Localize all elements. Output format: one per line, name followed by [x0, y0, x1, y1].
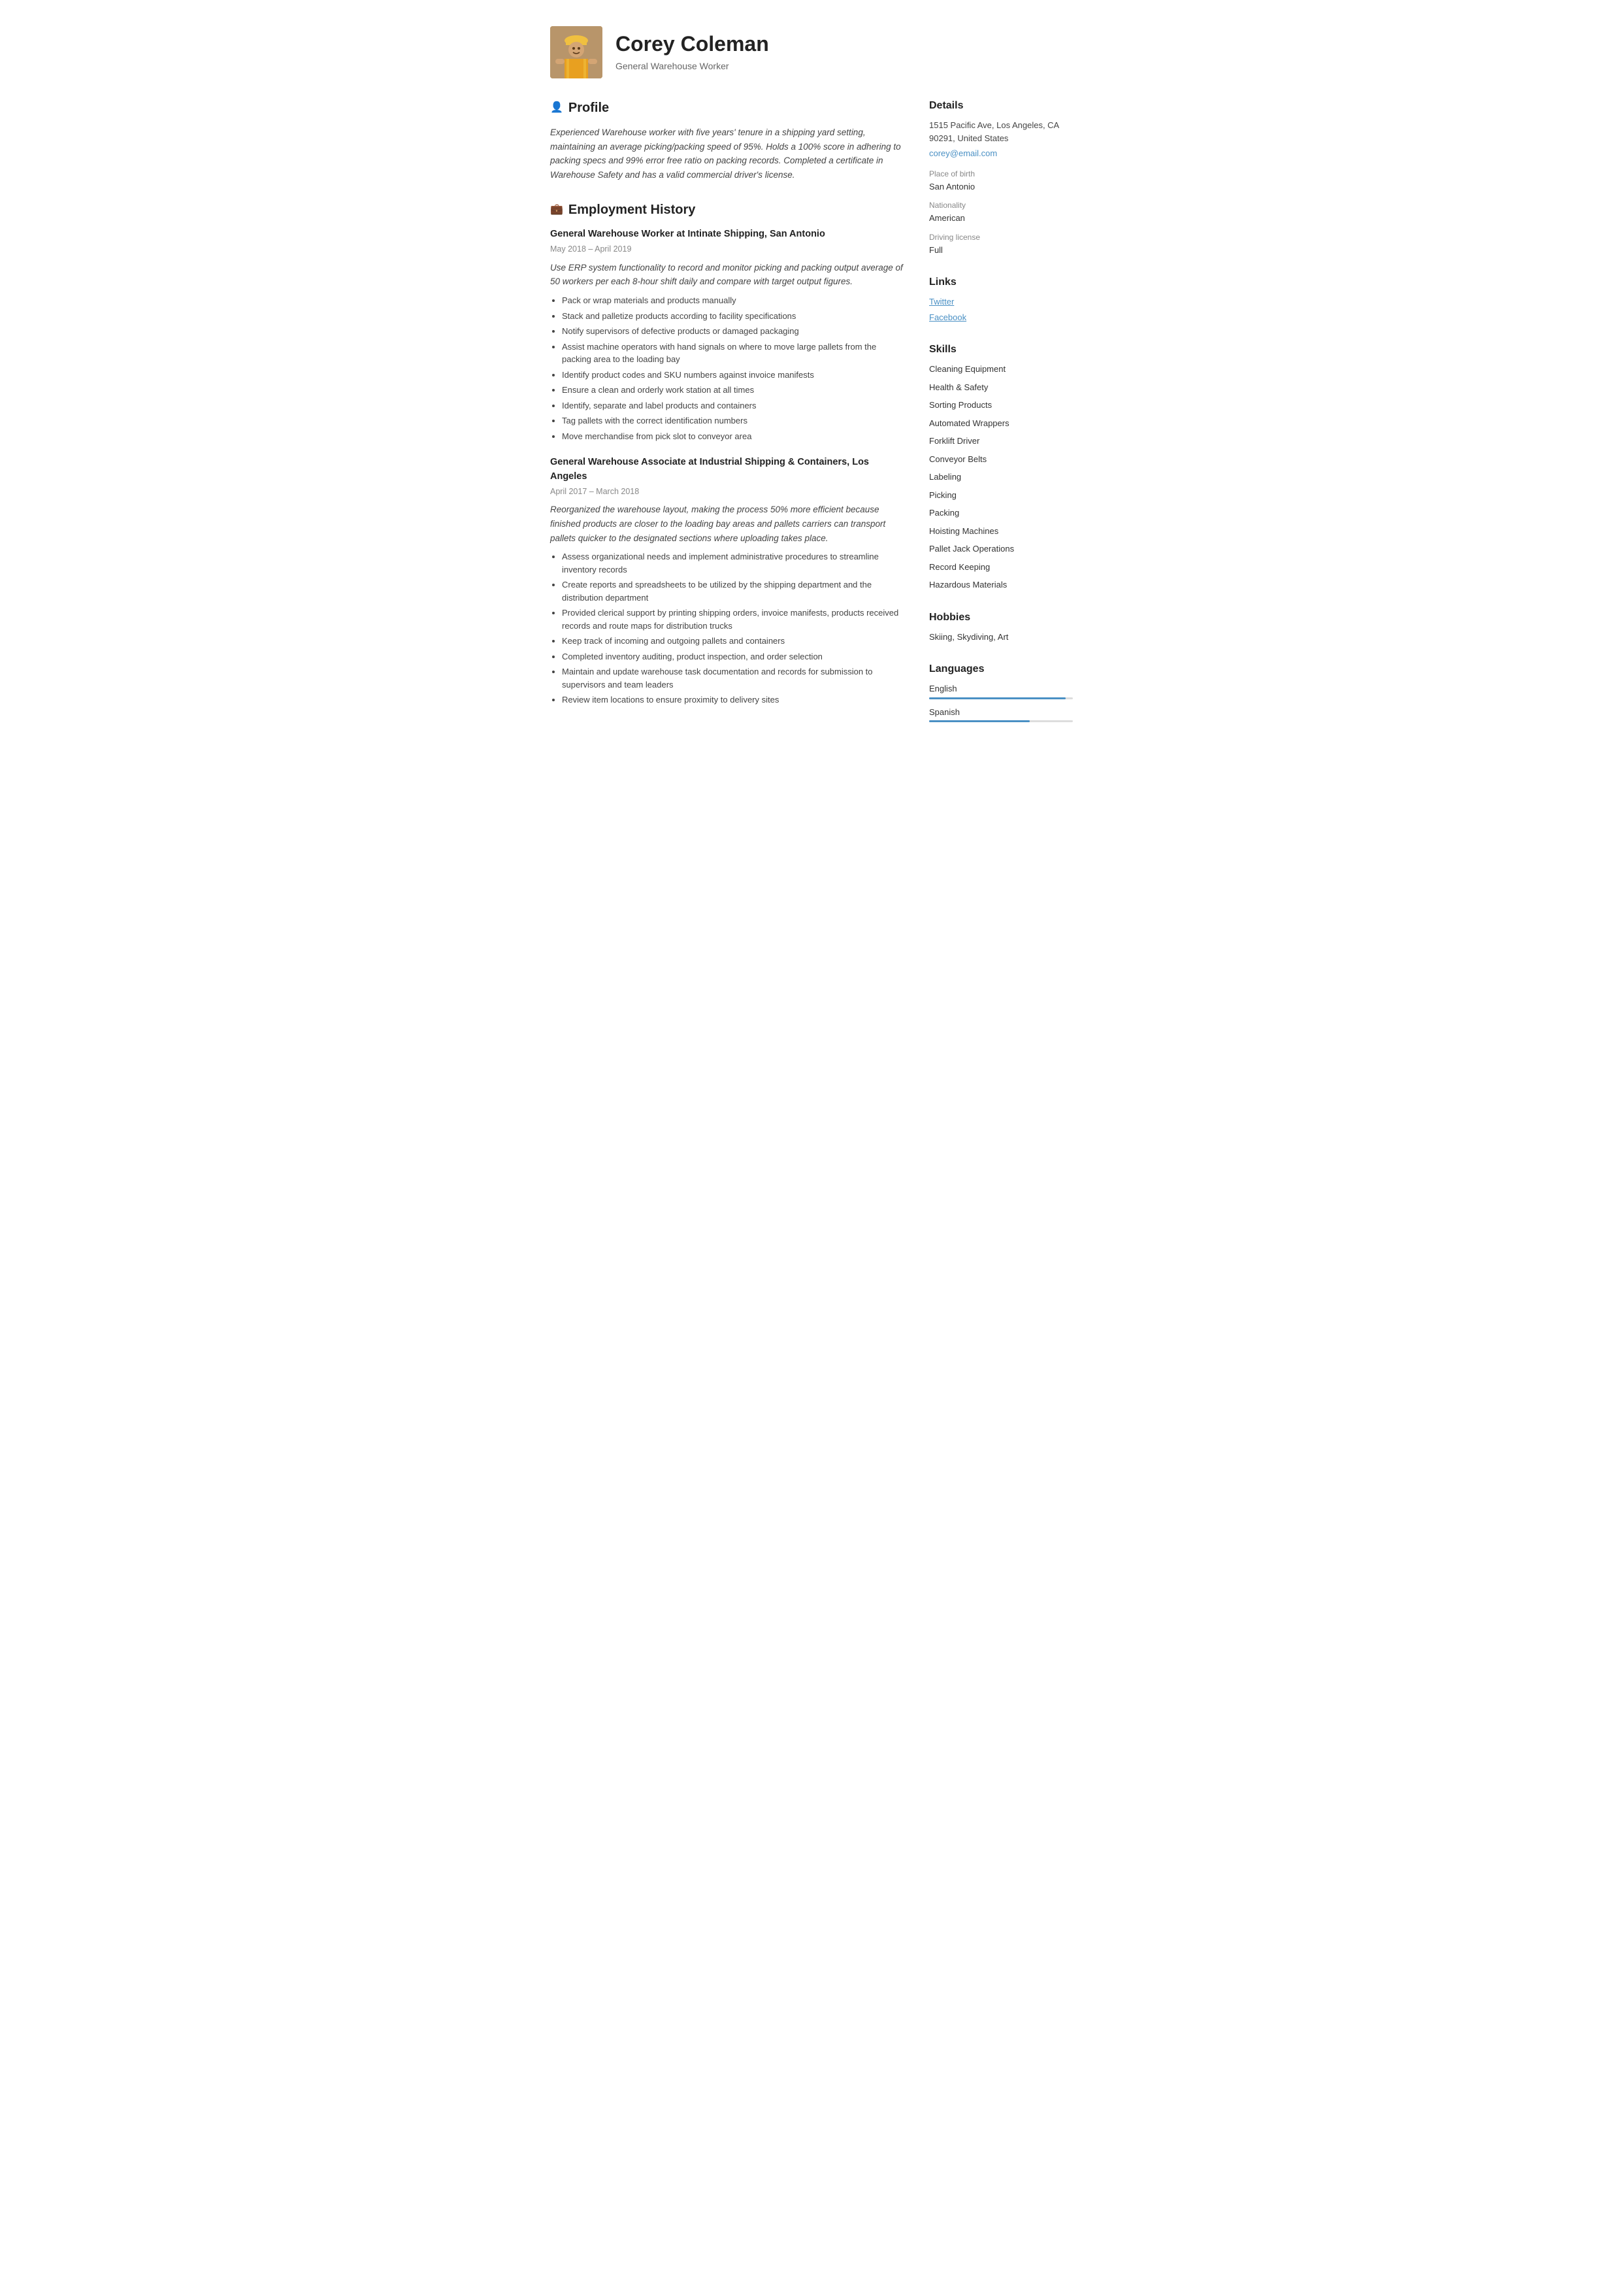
bullet-item: Pack or wrap materials and products manu… — [562, 294, 903, 307]
profile-icon — [550, 100, 563, 116]
bullet-item: Assist machine operators with hand signa… — [562, 341, 903, 366]
place-of-birth-value: San Antonio — [929, 180, 1073, 193]
bullet-item: Review item locations to ensure proximit… — [562, 693, 903, 707]
bullet-item: Completed inventory auditing, product in… — [562, 650, 903, 663]
header-text: Corey Coleman General Warehouse Worker — [615, 31, 769, 73]
resume-header: Corey Coleman General Warehouse Worker — [550, 26, 1073, 78]
skill-item: Forklift Driver — [929, 435, 1073, 448]
bullet-item: Identify, separate and label products an… — [562, 399, 903, 412]
skills-section: Skills Cleaning Equipment Health & Safety… — [929, 342, 1073, 591]
right-column: Details 1515 Pacific Ave, Los Angeles, C… — [929, 98, 1073, 740]
bullet-item: Stack and palletize products according t… — [562, 310, 903, 323]
bullet-item: Assess organizational needs and implemen… — [562, 550, 903, 576]
languages-title: Languages — [929, 661, 1073, 677]
bullet-item: Create reports and spreadsheets to be ut… — [562, 578, 903, 604]
skills-list: Cleaning Equipment Health & Safety Sorting… — [929, 363, 1073, 591]
resume-page: Corey Coleman General Warehouse Worker P… — [517, 0, 1106, 767]
left-column: Profile Experienced Warehouse worker wit… — [550, 98, 903, 740]
nationality-label: Nationality — [929, 199, 1073, 211]
language-bar-background — [929, 697, 1073, 699]
skill-item: Sorting Products — [929, 399, 1073, 412]
links-section: Links Twitter Facebook — [929, 275, 1073, 324]
skill-item: Packing — [929, 507, 1073, 520]
employment-section: Employment History General Warehouse Wor… — [550, 200, 903, 706]
job-1-description: Use ERP system functionality to record a… — [550, 261, 903, 289]
hobbies-title: Hobbies — [929, 610, 1073, 625]
skill-item: Record Keeping — [929, 561, 1073, 574]
details-email[interactable]: corey@email.com — [929, 147, 1073, 160]
language-name: English — [929, 682, 1073, 695]
skill-item: Hazardous Materials — [929, 578, 1073, 591]
bullet-item: Maintain and update warehouse task docum… — [562, 665, 903, 691]
profile-section-title: Profile — [550, 98, 903, 118]
main-layout: Profile Experienced Warehouse worker wit… — [550, 98, 1073, 740]
link-item[interactable]: Twitter — [929, 295, 1073, 308]
language-name: Spanish — [929, 706, 1073, 719]
job-2: General Warehouse Associate at Industria… — [550, 456, 903, 707]
languages-list: English Spanish — [929, 682, 1073, 722]
skill-item: Picking — [929, 489, 1073, 502]
nationality-value: American — [929, 212, 1073, 225]
skill-item: Cleaning Equipment — [929, 363, 1073, 376]
skills-title: Skills — [929, 342, 1073, 358]
driving-value: Full — [929, 244, 1073, 257]
candidate-title: General Warehouse Worker — [615, 59, 769, 73]
bullet-item: Move merchandise from pick slot to conve… — [562, 430, 903, 443]
skill-item: Hoisting Machines — [929, 525, 1073, 538]
bullet-item: Identify product codes and SKU numbers a… — [562, 369, 903, 382]
languages-section: Languages English Spanish — [929, 661, 1073, 722]
profile-section: Profile Experienced Warehouse worker wit… — [550, 98, 903, 182]
bullet-item: Notify supervisors of defective products… — [562, 325, 903, 338]
bullet-item: Keep track of incoming and outgoing pall… — [562, 635, 903, 648]
language-bar-background — [929, 720, 1073, 722]
skill-item: Health & Safety — [929, 381, 1073, 394]
language-item: Spanish — [929, 706, 1073, 723]
details-section: Details 1515 Pacific Ave, Los Angeles, C… — [929, 98, 1073, 256]
candidate-name: Corey Coleman — [615, 31, 769, 56]
links-list: Twitter Facebook — [929, 295, 1073, 324]
employment-section-title: Employment History — [550, 200, 903, 220]
profile-text: Experienced Warehouse worker with five y… — [550, 125, 903, 182]
language-item: English — [929, 682, 1073, 699]
job-1-dates: May 2018 – April 2019 — [550, 243, 903, 256]
job-1: General Warehouse Worker at Intinate Shi… — [550, 227, 903, 442]
job-2-description: Reorganized the warehouse layout, making… — [550, 503, 903, 545]
skill-item: Labeling — [929, 471, 1073, 484]
place-of-birth-label: Place of birth — [929, 168, 1073, 180]
skill-item: Conveyor Belts — [929, 453, 1073, 466]
avatar — [550, 26, 602, 78]
hobbies-text: Skiing, Skydiving, Art — [929, 631, 1073, 644]
links-title: Links — [929, 275, 1073, 290]
job-2-bullets: Assess organizational needs and implemen… — [550, 550, 903, 707]
hobbies-section: Hobbies Skiing, Skydiving, Art — [929, 610, 1073, 644]
job-2-title: General Warehouse Associate at Industria… — [550, 456, 903, 484]
driving-label: Driving license — [929, 231, 1073, 243]
bullet-item: Ensure a clean and orderly work station … — [562, 384, 903, 397]
skill-item: Pallet Jack Operations — [929, 542, 1073, 556]
job-2-dates: April 2017 – March 2018 — [550, 486, 903, 498]
bullet-item: Provided clerical support by printing sh… — [562, 607, 903, 632]
language-bar-fill — [929, 697, 1066, 699]
details-address: 1515 Pacific Ave, Los Angeles, CA 90291,… — [929, 119, 1073, 144]
language-bar-fill — [929, 720, 1030, 722]
job-1-title: General Warehouse Worker at Intinate Shi… — [550, 227, 903, 242]
job-1-bullets: Pack or wrap materials and products manu… — [550, 294, 903, 442]
employment-icon — [550, 202, 563, 218]
skill-item: Automated Wrappers — [929, 417, 1073, 430]
link-item[interactable]: Facebook — [929, 311, 1073, 324]
details-title: Details — [929, 98, 1073, 114]
bullet-item: Tag pallets with the correct identificat… — [562, 414, 903, 427]
